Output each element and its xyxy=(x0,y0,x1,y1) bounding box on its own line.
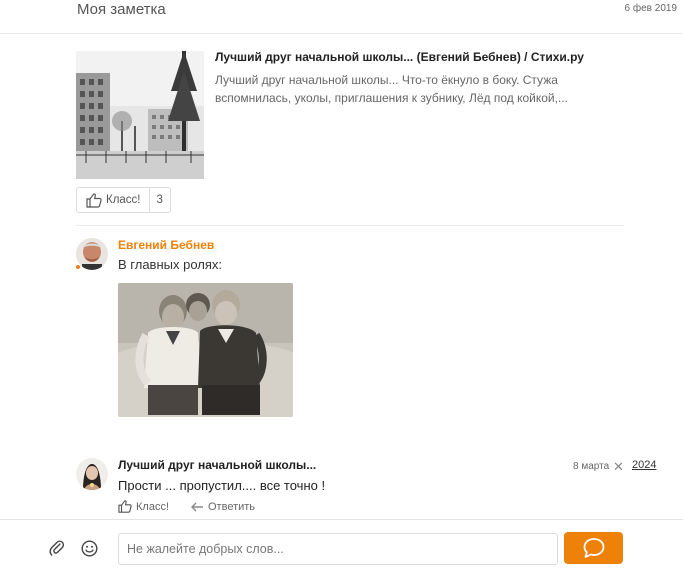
comment-date: 8 марта xyxy=(573,461,610,472)
link-card[interactable]: Лучший друг начальной школы... (Евгений … xyxy=(76,50,636,179)
link-description: Лучший друг начальной школы... Что-то ёк… xyxy=(215,73,568,105)
chat-bubble-icon xyxy=(583,538,604,558)
note-date: 6 фев 2019 xyxy=(624,3,677,14)
comment-author[interactable]: Евгений Бебнев xyxy=(118,238,214,252)
avatar[interactable] xyxy=(76,458,108,490)
comment-composer xyxy=(0,519,683,570)
online-indicator xyxy=(75,264,81,270)
klass-button[interactable]: Класс! 3 xyxy=(76,187,171,213)
comment-actions: Класс! Ответить xyxy=(118,500,255,513)
klass-like-part[interactable]: Класс! xyxy=(77,188,150,212)
comment-year-link[interactable]: 2024 xyxy=(632,459,656,471)
comment-like-button[interactable]: Класс! xyxy=(118,500,169,513)
comment-photo[interactable] xyxy=(118,283,293,417)
comment-reply-button[interactable]: Ответить xyxy=(191,501,255,513)
thumbs-up-icon xyxy=(86,192,102,208)
comment-text: В главных ролях: xyxy=(118,257,223,272)
comment-text: Прости ... пропустил.... все точно ! xyxy=(118,478,326,493)
thumbs-up-icon xyxy=(118,500,132,513)
comment-reply-label: Ответить xyxy=(208,500,256,513)
divider xyxy=(76,225,624,226)
comment-author[interactable]: Лучший друг начальной школы... xyxy=(118,458,316,472)
send-button[interactable] xyxy=(564,532,623,564)
comment-input[interactable] xyxy=(118,533,558,565)
klass-label: Класс! xyxy=(106,194,141,206)
smile-icon[interactable] xyxy=(81,540,98,562)
comment-like-label: Класс! xyxy=(136,500,169,513)
close-icon[interactable]: ✕ xyxy=(613,459,624,475)
note-header: Моя заметка 6 фев 2019 xyxy=(0,0,683,34)
klass-count[interactable]: 3 xyxy=(150,194,170,206)
link-title[interactable]: Лучший друг начальной школы... (Евгений … xyxy=(215,50,584,64)
reply-arrow-icon xyxy=(191,502,203,511)
link-thumbnail[interactable] xyxy=(76,51,204,179)
paperclip-icon[interactable] xyxy=(49,540,65,561)
page-title: Моя заметка xyxy=(77,1,166,18)
